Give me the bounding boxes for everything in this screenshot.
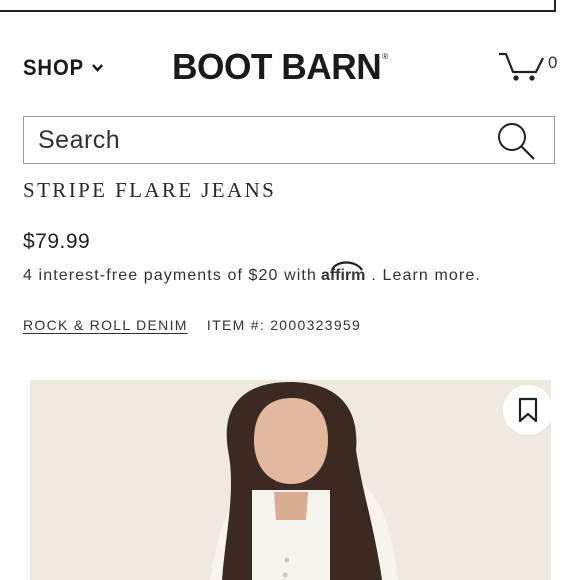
search-button[interactable] (496, 121, 536, 161)
search-bar (23, 116, 555, 164)
product-image[interactable] (30, 380, 551, 580)
boot-barn-logo[interactable]: BOOT BARN ® (172, 46, 388, 87)
cart-icon (499, 52, 544, 81)
product-meta: ROCK & ROLL DENIM ITEM #: 2000323959 (23, 317, 361, 333)
affirm-logo: affirm (321, 261, 365, 285)
installments-text: 4 interest-free payments of $20 with (23, 267, 317, 284)
search-icon (498, 123, 535, 160)
installment-info: 4 interest-free payments of $20 with aff… (23, 261, 481, 285)
logo-text: BOOT BARN (172, 46, 382, 87)
cart-count: 0 (548, 53, 558, 72)
product-price: $79.99 (23, 230, 91, 253)
registered-mark: ® (382, 52, 388, 61)
model-photo (30, 380, 551, 580)
item-number: ITEM #: 2000323959 (206, 317, 362, 333)
brand-link[interactable]: ROCK & ROLL DENIM (23, 317, 188, 333)
shop-label: SHOP (23, 55, 85, 80)
affirm-arc-icon (330, 261, 363, 271)
learn-more-link[interactable]: . Learn more. (371, 267, 480, 285)
cart-button[interactable]: 0 (498, 48, 558, 84)
save-button[interactable] (503, 385, 553, 435)
bookmark-icon (518, 397, 538, 423)
search-input[interactable] (24, 117, 484, 163)
product-title: STRIPE FLARE JEANS (23, 178, 277, 202)
chevron-down-icon (92, 64, 104, 72)
shop-menu-button[interactable]: SHOP (23, 54, 104, 82)
top-banner[interactable] (0, 0, 556, 12)
site-header: SHOP BOOT BARN ® 0 (0, 40, 580, 96)
